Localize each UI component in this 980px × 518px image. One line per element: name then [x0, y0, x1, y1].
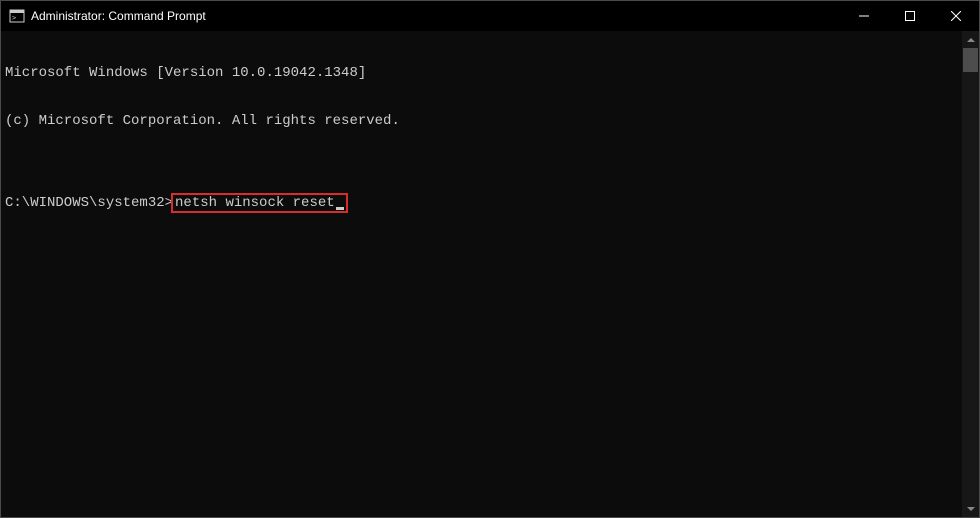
svg-text:>_: >_	[12, 14, 21, 22]
output-line: (c) Microsoft Corporation. All rights re…	[5, 113, 975, 129]
scroll-up-arrow[interactable]	[962, 31, 979, 48]
close-button[interactable]	[933, 1, 979, 31]
output-line: Microsoft Windows [Version 10.0.19042.13…	[5, 65, 975, 81]
scroll-down-arrow[interactable]	[962, 500, 979, 517]
window-controls	[841, 1, 979, 31]
app-icon: >_	[9, 8, 25, 24]
scroll-thumb[interactable]	[963, 48, 978, 72]
minimize-button[interactable]	[841, 1, 887, 31]
terminal-output[interactable]: Microsoft Windows [Version 10.0.19042.13…	[1, 31, 979, 517]
text-cursor	[336, 207, 344, 210]
titlebar[interactable]: >_ Administrator: Command Prompt	[1, 1, 979, 31]
vertical-scrollbar[interactable]	[962, 31, 979, 517]
prompt-line: C:\WINDOWS\system32>netsh winsock reset	[5, 193, 975, 213]
command-prompt-window: >_ Administrator: Command Prompt Microso…	[0, 0, 980, 518]
command-highlight: netsh winsock reset	[171, 193, 348, 213]
window-title: Administrator: Command Prompt	[31, 9, 206, 23]
maximize-button[interactable]	[887, 1, 933, 31]
prompt-path: C:\WINDOWS\system32>	[5, 195, 173, 211]
scroll-track[interactable]	[962, 48, 979, 500]
typed-command: netsh winsock reset	[175, 195, 335, 211]
